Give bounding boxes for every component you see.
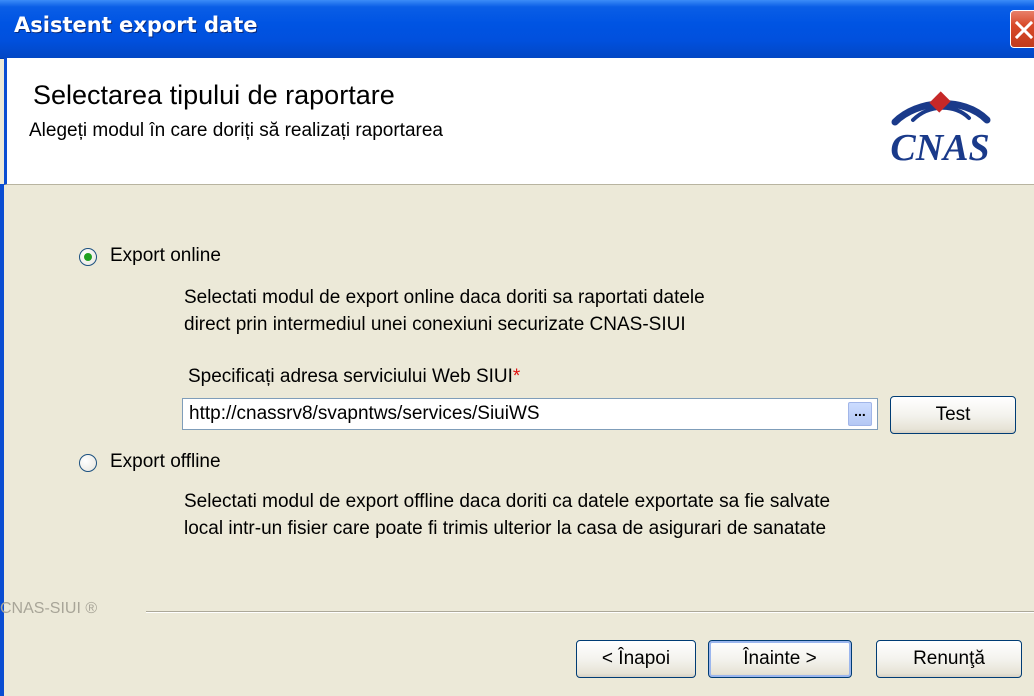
back-button[interactable]: < Înapoi bbox=[576, 640, 696, 678]
logo-text: CNAS bbox=[890, 127, 989, 164]
export-online-label[interactable]: Export online bbox=[110, 245, 221, 267]
export-wizard-dialog: Asistent export date Selectarea tipului … bbox=[0, 0, 1034, 696]
next-button[interactable]: Înainte > bbox=[708, 640, 852, 678]
window-border-left bbox=[0, 184, 4, 696]
cancel-button[interactable]: Renunţă bbox=[876, 640, 1022, 678]
page-subtitle: Alegeți modul în care doriți să realizaț… bbox=[29, 120, 443, 141]
test-button[interactable]: Test bbox=[890, 396, 1016, 434]
page-title: Selectarea tipului de raportare bbox=[33, 80, 395, 110]
footer-brand: CNAS-SIUI ® bbox=[0, 600, 98, 617]
export-offline-desc-1: Selectati modul de export offline daca d… bbox=[184, 491, 831, 512]
export-online-desc-2: direct prin intermediul unei conexiuni s… bbox=[184, 314, 686, 335]
close-icon bbox=[1014, 20, 1034, 40]
export-offline-radio[interactable] bbox=[79, 454, 97, 472]
service-url-input[interactable]: http://cnassrv8/svapntws/services/SiuiWS bbox=[182, 398, 878, 430]
cnas-logo: CNAS bbox=[890, 91, 991, 164]
export-online-radio[interactable] bbox=[79, 248, 97, 266]
footer-divider bbox=[146, 611, 1034, 613]
close-button[interactable] bbox=[1010, 10, 1034, 48]
browse-button[interactable]: ... bbox=[848, 402, 872, 426]
service-url-label-text: Specificați adresa serviciului Web SIUI bbox=[188, 366, 513, 387]
export-online-desc-1: Selectati modul de export online daca do… bbox=[184, 287, 705, 308]
service-url-label: Specificați adresa serviciului Web SIUI* bbox=[188, 366, 520, 388]
wizard-header: Selectarea tipului de raportare Alegeți … bbox=[4, 58, 1034, 185]
export-offline-label[interactable]: Export offline bbox=[110, 451, 221, 473]
window-title: Asistent export date bbox=[14, 13, 258, 37]
export-offline-desc-2: local intr-un fisier care poate fi trimi… bbox=[184, 518, 827, 539]
required-marker: * bbox=[512, 366, 521, 387]
title-bar[interactable]: Asistent export date bbox=[0, 0, 1034, 59]
